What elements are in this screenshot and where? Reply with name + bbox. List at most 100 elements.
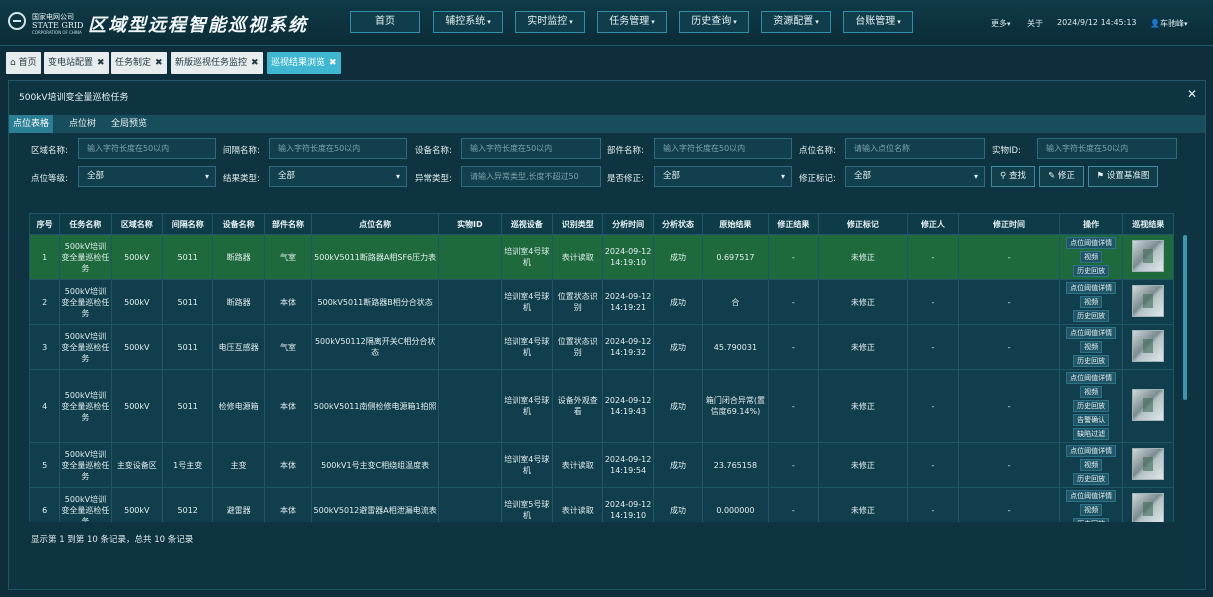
nav-home[interactable]: 首页 (350, 11, 420, 33)
mark-select[interactable]: 全部 ▾ (845, 166, 985, 187)
nav-task-mgmt[interactable]: 任务管理 ▾ (597, 11, 667, 33)
cell-analysis-time: 2024-09-12 14:19:32 (602, 324, 654, 370)
search-button[interactable]: ⚲ 查找 (991, 166, 1035, 187)
nav-ledger[interactable]: 台账管理 ▾ (843, 11, 913, 33)
cell-raw-result: 23.765158 (702, 442, 769, 488)
result-thumbnail[interactable] (1132, 388, 1165, 421)
cell-area: 500kV (110, 369, 164, 443)
cell-actions: 点位阈值详情视频历史回放 (1058, 442, 1124, 488)
logo-text-en: STATE GRID (32, 21, 84, 30)
table-row[interactable]: 2 500kV培训变全量巡检任务 500kV 5011 断路器 本体 500kV5011断路… (29, 279, 1174, 325)
cell-analysis-status: 成功 (652, 442, 704, 488)
col-task: 任务名称 (59, 213, 112, 235)
point-threshold-detail-button[interactable]: 点位阈值详情 (1066, 372, 1117, 384)
col-patrol-device: 巡视设备 (500, 213, 554, 235)
history-playback-button[interactable]: 历史回放 (1073, 265, 1110, 277)
close-icon[interactable]: ✖ (155, 58, 163, 68)
close-icon[interactable]: ✕ (1187, 87, 1197, 101)
set-baseline-button[interactable]: ⚑ 设置基准图 (1088, 166, 1158, 187)
user-menu[interactable]: 👤车驰峰▾ (1150, 18, 1187, 29)
history-playback-button[interactable]: 历史回放 (1073, 473, 1110, 485)
search-icon: ⚲ (1000, 171, 1007, 181)
page-tabs: ⌂ 首页 变电站配置 ✖ 任务制定 ✖ 新版巡视任务监控 ✖ 巡视结果浏览 ✖ (0, 50, 1213, 76)
alarm-confirm-button[interactable]: 告警确认 (1073, 414, 1110, 426)
close-icon[interactable]: ✖ (97, 58, 105, 68)
video-button[interactable]: 视频 (1080, 459, 1103, 471)
history-playback-button[interactable]: 历史回放 (1073, 310, 1110, 322)
more-menu[interactable]: 更多▾ (991, 18, 1011, 29)
entity-id-input[interactable]: 输入字符长度在50以内 (1037, 138, 1177, 159)
user-name: 车驰峰 (1159, 19, 1184, 28)
tab-task-define[interactable]: 任务制定 ✖ (111, 52, 167, 74)
result-thumbnail[interactable] (1132, 447, 1165, 480)
close-icon[interactable]: ✖ (251, 58, 259, 68)
cell-area: 主变设备区 (110, 442, 164, 488)
video-button[interactable]: 视频 (1080, 386, 1103, 398)
corrected-select[interactable]: 全部 ▾ (654, 166, 792, 187)
subtab-point-tree[interactable]: 点位树 (65, 115, 100, 133)
cell-fixed-result: - (767, 324, 820, 370)
history-playback-button[interactable]: 历史回放 (1073, 355, 1110, 367)
point-threshold-detail-button[interactable]: 点位阈值详情 (1066, 327, 1117, 339)
cell-patrol-device: 培训室4号球机 (500, 324, 554, 370)
point-threshold-detail-button[interactable]: 点位阈值详情 (1066, 445, 1117, 457)
col-no: 序号 (29, 213, 61, 235)
more-label: 更多 (991, 19, 1007, 28)
cell-analysis-status: 成功 (652, 369, 704, 443)
table-row[interactable]: 6 500kV培训变全量巡检任务 500kV 5012 避雷器 本体 500kV5012避雷… (29, 487, 1174, 522)
level-select[interactable]: 全部 ▾ (78, 166, 216, 187)
cell-raw-result: 0.000000 (702, 487, 769, 522)
history-playback-button[interactable]: 历史回放 (1073, 518, 1110, 522)
video-button[interactable]: 视频 (1080, 296, 1103, 308)
nav-realtime-monitor[interactable]: 实时监控 ▾ (515, 11, 585, 33)
tab-substation-config[interactable]: 变电站配置 ✖ (44, 52, 109, 74)
tab-patrol-results[interactable]: 巡视结果浏览 ✖ (267, 52, 341, 74)
cell-fix-mark: 未修正 (818, 234, 908, 280)
nav-resources[interactable]: 资源配置 ▾ (761, 11, 831, 33)
cell-patrol-result (1122, 324, 1174, 370)
result-thumbnail[interactable] (1132, 492, 1165, 522)
history-playback-button[interactable]: 历史回放 (1073, 400, 1110, 412)
result-thumbnail[interactable] (1132, 239, 1165, 272)
subtab-global-preview[interactable]: 全局预览 (107, 115, 151, 133)
about-link[interactable]: 关于 (1027, 18, 1043, 29)
area-input[interactable]: 输入字符长度在50以内 (78, 138, 216, 159)
table-row[interactable]: 3 500kV培训变全量巡检任务 500kV 5011 电压互感器 气室 500kV5011… (29, 324, 1174, 370)
point-input[interactable]: 请输入点位名称 (845, 138, 985, 159)
cell-no: 3 (29, 324, 61, 370)
part-input[interactable]: 输入字符长度在50以内 (654, 138, 792, 159)
nav-resources-label: 资源配置 (773, 16, 814, 27)
subtab-point-table[interactable]: 点位表格 (9, 115, 54, 133)
video-button[interactable]: 视频 (1080, 341, 1103, 353)
cell-no: 6 (29, 487, 61, 522)
tab-home[interactable]: ⌂ 首页 (6, 52, 41, 74)
defect-filter-button[interactable]: 缺陷过滤 (1073, 428, 1110, 440)
correct-button[interactable]: ✎ 修正 (1039, 166, 1084, 187)
cell-bay: 5011 (162, 279, 214, 325)
cell-point: 500kV5012避雷器A相泄漏电流表 (311, 487, 440, 522)
close-icon[interactable]: ✖ (329, 58, 337, 68)
video-button[interactable]: 视频 (1080, 251, 1103, 263)
video-button[interactable]: 视频 (1080, 504, 1103, 516)
table-scrollbar[interactable] (1183, 235, 1187, 400)
bay-input[interactable]: 输入字符长度在50以内 (269, 138, 407, 159)
cell-device: 电压互感器 (212, 324, 265, 370)
abnormal-type-input[interactable]: 请输入异常类型,长度不超过50 (461, 166, 601, 187)
result-thumbnail[interactable] (1132, 329, 1165, 362)
nav-history[interactable]: 历史查询 ▾ (679, 11, 749, 33)
cell-patrol-result (1122, 234, 1174, 280)
device-input[interactable]: 输入字符长度在50以内 (461, 138, 601, 159)
result-thumbnail[interactable] (1132, 284, 1165, 317)
table-row[interactable]: 4 500kV培训变全量巡检任务 500kV 5011 检修电源箱 本体 500kV5011… (29, 369, 1174, 443)
tab-substation-config-label: 变电站配置 (48, 58, 94, 68)
point-threshold-detail-button[interactable]: 点位阈值详情 (1066, 237, 1117, 249)
point-threshold-detail-button[interactable]: 点位阈值详情 (1066, 282, 1117, 294)
tab-patrol-monitor[interactable]: 新版巡视任务监控 ✖ (171, 52, 263, 74)
table-row[interactable]: 1 500kV培训变全量巡检任务 500kV 5011 断路器 气室 500kV5011断路… (29, 234, 1174, 280)
result-type-select[interactable]: 全部 ▾ (269, 166, 407, 187)
cell-no: 1 (29, 234, 61, 280)
point-threshold-detail-button[interactable]: 点位阈值详情 (1066, 490, 1117, 502)
table-row[interactable]: 5 500kV培训变全量巡检任务 主变设备区 1号主变 主变 本体 500kV1号主变C相绕… (29, 442, 1174, 488)
nav-aux-system[interactable]: 辅控系统 ▾ (433, 11, 503, 33)
clock: 2024/9/12 14:45:13 (1057, 18, 1137, 27)
